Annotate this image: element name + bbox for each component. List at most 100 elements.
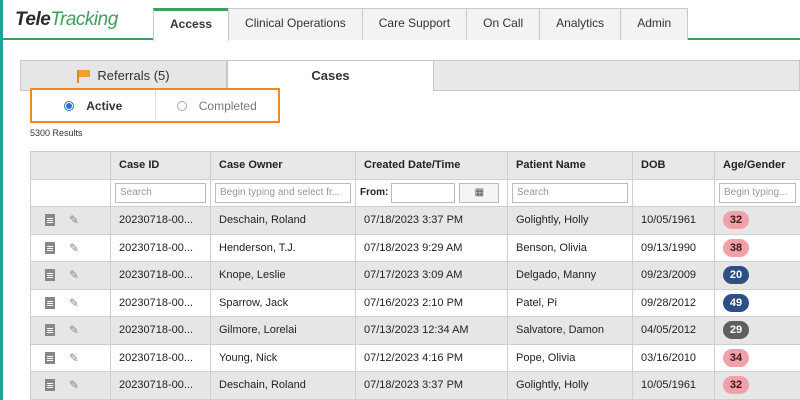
table-header-row: Case ID Case Owner Created Date/Time Pat… [30,151,800,180]
status-filter: Active Completed [30,88,280,123]
table-row[interactable]: ✎ 20230718-00... Young, Nick 07/12/2023 4:1… [30,343,800,372]
cell-age-gender: 32 [714,206,800,235]
cell-case-owner: Deschain, Roland [210,206,356,235]
cell-case-id[interactable]: 20230718-00... [110,206,211,235]
age-badge: 20 [723,266,749,285]
document-icon[interactable] [45,351,55,364]
flag-icon [77,70,91,83]
cell-case-id[interactable]: 20230718-00... [110,288,211,317]
radio-selected-icon [64,100,75,111]
main-nav: Access Clinical Operations Care Support … [153,8,689,41]
document-icon[interactable] [45,269,55,282]
table-row[interactable]: ✎ 20230718-00... Deschain, Roland 07/18/202… [30,371,800,400]
pencil-icon[interactable]: ✎ [69,351,79,365]
column-header-age-gender[interactable]: Age/Gender [714,151,800,180]
cell-case-id[interactable]: 20230718-00... [110,316,211,345]
filter-cell-case-id [110,178,211,207]
cell-case-owner: Sparrow, Jack [210,288,356,317]
cell-age-gender: 20 [714,261,800,290]
cell-case-id[interactable]: 20230718-00... [110,371,211,400]
pencil-icon[interactable]: ✎ [69,296,79,310]
row-actions: ✎ [30,316,111,345]
case-id-search-input[interactable] [115,182,206,203]
nav-tab-admin[interactable]: Admin [620,8,689,40]
column-header-created[interactable]: Created Date/Time [355,151,508,180]
cell-age-gender: 38 [714,233,800,262]
radio-unselected-icon [176,100,187,111]
pencil-icon[interactable]: ✎ [69,323,79,337]
table-row[interactable]: ✎ 20230718-00... Sparrow, Jack 07/16/2023 2… [30,288,800,317]
document-icon[interactable] [45,379,55,392]
table-row[interactable]: ✎ 20230718-00... Knope, Leslie 07/17/2023 3… [30,261,800,290]
cell-age-gender: 34 [714,343,800,372]
top-bar: TeleTracking Access Clinical Operations … [3,0,800,41]
teletracking-logo[interactable]: TeleTracking [15,9,118,31]
cell-age-gender: 32 [714,371,800,400]
document-icon[interactable] [45,324,55,337]
table-row[interactable]: ✎ 20230718-00... Deschain, Roland 07/18/202… [30,206,800,235]
tab-referrals[interactable]: Referrals (5) [20,60,227,90]
cell-created: 07/17/2023 3:09 AM [355,261,508,290]
table-filter-row: From: ▦ [30,178,800,207]
filter-cell-dob [632,178,715,207]
tab-referrals-label: Referrals (5) [97,68,170,83]
case-owner-search-input[interactable] [215,182,351,203]
filter-cell-patient [507,178,633,207]
cell-dob: 09/28/2012 [632,288,715,317]
age-badge: 29 [723,321,749,340]
row-actions: ✎ [30,261,111,290]
cell-patient-name: Delgado, Manny [507,261,633,290]
column-header-case-owner[interactable]: Case Owner [210,151,356,180]
document-icon[interactable] [45,214,55,227]
patient-search-input[interactable] [512,182,628,203]
cell-created: 07/18/2023 3:37 PM [355,206,508,235]
cell-patient-name: Patel, Pi [507,288,633,317]
column-header-case-id[interactable]: Case ID [110,151,211,180]
date-from-input[interactable] [391,182,456,203]
filter-cell-owner [210,178,356,207]
age-badge: 32 [723,211,749,230]
nav-tab-access[interactable]: Access [153,8,230,41]
filter-cell-created: From: ▦ [355,178,508,207]
filter-cell-age [714,178,800,207]
cell-dob: 09/23/2009 [632,261,715,290]
from-label: From: [360,187,389,199]
cell-dob: 09/13/1990 [632,233,715,262]
column-header-patient-name[interactable]: Patient Name [507,151,633,180]
radio-completed[interactable]: Completed [154,90,279,121]
table-row[interactable]: ✎ 20230718-00... Gilmore, Lorelai 07/13/202… [30,316,800,345]
tab-cases-label: Cases [311,68,350,83]
cell-case-id[interactable]: 20230718-00... [110,233,211,262]
cell-case-id[interactable]: 20230718-00... [110,343,211,372]
calendar-icon[interactable]: ▦ [459,182,500,203]
pencil-icon[interactable]: ✎ [69,213,79,227]
column-header-actions [30,151,111,180]
cell-patient-name: Benson, Olivia [507,233,633,262]
age-gender-search-input[interactable] [719,182,796,203]
tab-cases[interactable]: Cases [227,60,434,91]
pencil-icon[interactable]: ✎ [69,378,79,392]
row-actions: ✎ [30,206,111,235]
nav-tab-analytics[interactable]: Analytics [539,8,622,40]
cases-table: Case ID Case Owner Created Date/Time Pat… [30,151,800,400]
nav-tab-care-support[interactable]: Care Support [361,8,468,40]
radio-active[interactable]: Active [32,90,155,121]
cell-age-gender: 29 [714,316,800,345]
nav-tab-on-call[interactable]: On Call [466,8,541,40]
cell-dob: 04/05/2012 [632,316,715,345]
cell-created: 07/18/2023 3:37 PM [355,371,508,400]
document-icon[interactable] [45,241,55,254]
column-header-dob[interactable]: DOB [632,151,715,180]
nav-tab-clinical-operations[interactable]: Clinical Operations [228,8,363,40]
radio-active-label: Active [86,98,123,113]
cell-created: 07/13/2023 12:34 AM [355,316,508,345]
document-icon[interactable] [45,296,55,309]
pencil-icon[interactable]: ✎ [69,241,79,255]
results-count: 5300 Results [30,128,83,138]
pencil-icon[interactable]: ✎ [69,268,79,282]
logo-tracking-text: Tracking [50,9,118,30]
cell-case-owner: Gilmore, Lorelai [210,316,356,345]
age-badge: 34 [723,348,749,367]
cell-case-id[interactable]: 20230718-00... [110,261,211,290]
table-row[interactable]: ✎ 20230718-00... Henderson, T.J. 07/18/2023… [30,233,800,262]
